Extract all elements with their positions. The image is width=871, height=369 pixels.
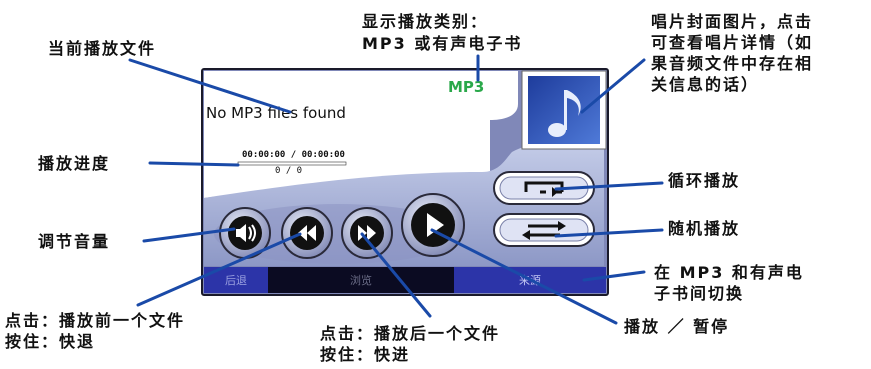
category-annotation-line2: MP3 或有声电子书 [362, 34, 523, 53]
time-readout: 00:00:00 / 00:00:00 [242, 150, 345, 160]
tab-back-label: 后退 [225, 274, 247, 287]
next-button[interactable] [340, 206, 394, 260]
cover-art-annotation: 唱片封面图片，点击 可查看唱片详情（如 果音频文件中存在相 关信息的话） [651, 12, 814, 94]
tab-source-label: 来源 [519, 274, 541, 287]
switch-source-annotation: 在 MP3 和有声电 子书间切换 [654, 263, 804, 303]
previous-annotation: 点击：播放前一个文件 按住：快退 [5, 311, 186, 351]
category-annotation-line1: 显示播放类别： [362, 12, 489, 31]
track-title: No MP3 files found [206, 104, 346, 122]
current-file-annotation: 当前播放文件 [48, 39, 157, 58]
play-pause-button[interactable] [400, 192, 466, 258]
volume-annotation: 调节音量 [38, 232, 111, 251]
repeat-button[interactable] [492, 170, 596, 206]
play-pause-annotation: 播放 ／ 暂停 [624, 317, 730, 336]
tab-browse-label: 浏览 [350, 274, 372, 287]
previous-button[interactable] [280, 206, 334, 260]
repeat-annotation: 循环播放 [668, 171, 741, 190]
tab-back[interactable]: 后退 [204, 267, 268, 293]
track-count: 0 / 0 [275, 166, 303, 176]
progress-annotation: 播放进度 [38, 154, 111, 173]
next-annotation: 点击：播放后一个文件 按住：快进 [320, 324, 501, 364]
music-note-icon[interactable] [521, 70, 607, 150]
shuffle-button[interactable] [492, 212, 596, 248]
shuffle-annotation: 随机播放 [668, 219, 741, 238]
tab-source[interactable]: 来源 [454, 267, 606, 293]
category-label: MP3 [448, 78, 485, 96]
volume-button[interactable] [218, 206, 272, 260]
tab-browse[interactable]: 浏览 [268, 267, 454, 293]
mp3-player-screen: No MP3 files found MP3 00:00:00 / 00:00:… [200, 68, 610, 298]
progress-track [237, 161, 347, 166]
